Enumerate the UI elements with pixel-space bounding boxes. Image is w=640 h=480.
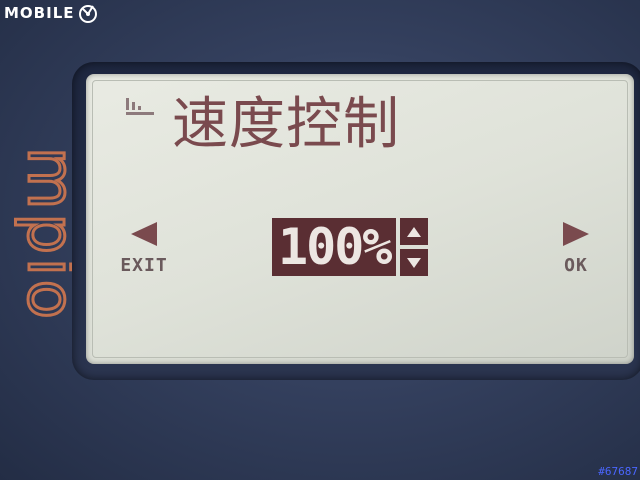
exit-label: EXIT [120,255,168,276]
watermark-text: MOBILE [4,4,75,22]
arrow-right-icon [563,222,589,246]
screen-title: 速度控制 [172,92,400,157]
speed-value-box: 100% [272,218,397,276]
arrow-left-icon [131,222,157,246]
increase-button[interactable] [400,218,429,245]
signal-strength-icon [126,98,154,115]
watermark: MOBILE [4,2,99,24]
speed-value: 100% [278,218,392,276]
speed-stepper[interactable] [400,218,429,276]
exit-button[interactable]: EXIT [114,219,174,276]
lcd-screen: 速度控制 EXIT 100% OK [86,74,634,364]
arrow-down-icon [407,257,422,268]
ok-label: OK [564,255,588,276]
ok-button[interactable]: OK [546,219,606,276]
decrease-button[interactable] [400,249,429,276]
watermark-logo-icon [78,5,97,23]
arrow-up-icon [407,226,422,237]
corner-tag: #67687 [598,465,638,478]
photo-scene: MOBILE mpio 速度控制 EXIT 100% OK #67687 [0,0,640,480]
device-brand-logo: mpio [12,146,89,325]
speed-control[interactable]: 100% [272,218,429,276]
